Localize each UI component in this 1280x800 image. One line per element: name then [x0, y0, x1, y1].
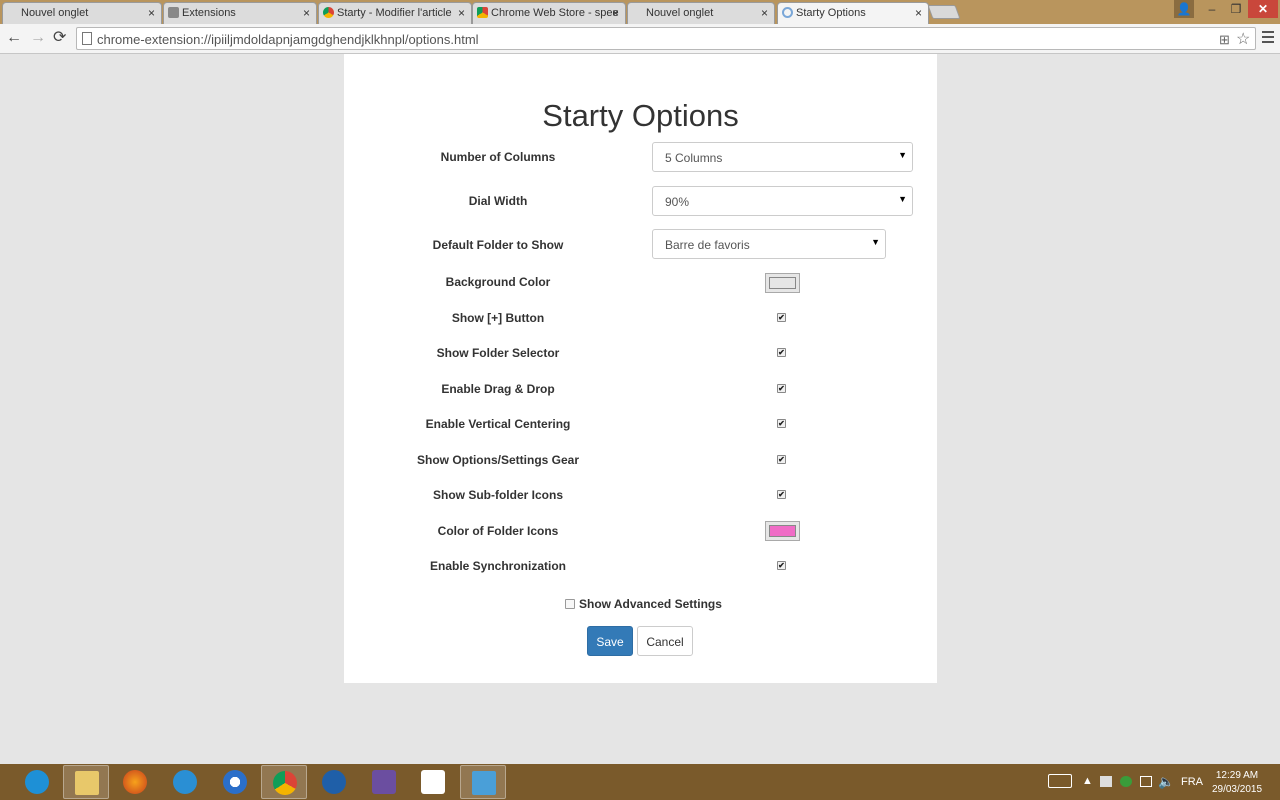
vertical-centering-checkbox[interactable]: ✔ — [777, 419, 786, 428]
volume-icon[interactable]: 🔈 — [1158, 774, 1174, 800]
tray-expand-icon[interactable]: ▲ — [1082, 775, 1093, 800]
default-folder-label: Default Folder to Show — [432, 238, 564, 252]
save-button[interactable]: Save — [587, 626, 633, 656]
folder-icon-color-swatch — [769, 525, 796, 537]
advanced-label: Show Advanced Settings — [579, 597, 722, 611]
drag-drop-checkbox[interactable]: ✔ — [777, 384, 786, 393]
bg-color-picker[interactable] — [765, 273, 800, 293]
taskbar: ▲ 🔈 FRA 12:29 AM 29/03/2015 — [0, 764, 1280, 800]
forward-icon[interactable]: → — [30, 30, 46, 46]
web-store-icon — [477, 7, 488, 18]
back-icon[interactable]: ← — [6, 30, 22, 46]
tab-title: Starty - Modifier l'article — [337, 7, 452, 19]
file-explorer-icon[interactable] — [63, 765, 109, 799]
maximize-button[interactable]: ❐ — [1224, 0, 1248, 18]
page-icon — [82, 32, 92, 45]
tab-chrome-web-store[interactable]: Chrome Web Store - spee × — [472, 2, 626, 24]
advanced-checkbox[interactable] — [565, 599, 575, 609]
url-text[interactable]: chrome-extension://ipiiljmdoldapnjamgdgh… — [97, 32, 479, 47]
show-plus-checkbox[interactable]: ✔ — [777, 313, 786, 322]
tab-strip: Nouvel onglet × Extensions × Starty - Mo… — [0, 0, 1280, 24]
caret-down-icon: ▼ — [898, 194, 907, 204]
tab-close-icon[interactable]: × — [612, 6, 619, 20]
media-player-icon[interactable] — [212, 765, 258, 799]
puzzle-icon — [168, 7, 179, 18]
image-viewer-icon[interactable] — [460, 765, 506, 799]
notepad-icon[interactable] — [162, 765, 208, 799]
translate-icon[interactable]: ⊞ — [1219, 32, 1230, 48]
folder-icon-color-label: Color of Folder Icons — [437, 524, 559, 538]
close-window-button[interactable]: ✕ — [1248, 0, 1278, 18]
cancel-button[interactable]: Cancel — [637, 626, 693, 656]
columns-select[interactable]: 5 Columns ▼ — [652, 142, 913, 172]
caret-down-icon: ▼ — [871, 237, 880, 247]
keyboard-icon[interactable] — [1048, 774, 1072, 788]
user-icon[interactable]: 👤 — [1174, 0, 1194, 18]
tab-title: Chrome Web Store - spee — [491, 7, 619, 19]
clock[interactable]: 12:29 AM 29/03/2015 — [1208, 769, 1266, 797]
sync-label: Enable Synchronization — [429, 559, 567, 573]
tab-starty-modifier[interactable]: Starty - Modifier l'article × — [318, 2, 472, 24]
reload-icon[interactable]: ⟳ — [53, 30, 66, 46]
tab-extensions[interactable]: Extensions × — [163, 2, 317, 24]
default-folder-select[interactable]: Barre de favoris ▼ — [652, 229, 886, 259]
show-plus-label: Show [+] Button — [451, 311, 545, 325]
advanced-settings-toggle[interactable]: Show Advanced Settings — [565, 597, 722, 611]
tab-nouvel-onglet-1[interactable]: Nouvel onglet × — [2, 2, 162, 24]
chrome-icon[interactable] — [261, 765, 307, 799]
dial-width-select[interactable]: 90% ▼ — [652, 186, 913, 216]
flag-icon[interactable] — [1100, 776, 1112, 787]
tab-starty-options[interactable]: Starty Options × — [777, 2, 929, 24]
menu-icon[interactable] — [1262, 31, 1274, 46]
page-title: Starty Options — [542, 98, 739, 133]
tab-close-icon[interactable]: × — [915, 6, 922, 20]
folder-icon-color-picker[interactable] — [765, 521, 800, 541]
settings-gear-checkbox[interactable]: ✔ — [777, 455, 786, 464]
folder-selector-checkbox[interactable]: ✔ — [777, 348, 786, 357]
php-designer-icon[interactable] — [361, 765, 407, 799]
caret-down-icon: ▼ — [898, 150, 907, 160]
browser-toolbar: ← → ⟳ chrome-extension://ipiiljmdoldapnj… — [0, 24, 1280, 54]
clock-date: 29/03/2015 — [1211, 784, 1263, 795]
internet-explorer-icon[interactable] — [14, 765, 60, 799]
tab-close-icon[interactable]: × — [303, 6, 310, 20]
network-icon[interactable] — [1140, 776, 1152, 787]
language-indicator[interactable]: FRA — [1181, 776, 1203, 800]
dial-width-value: 90% — [665, 195, 690, 209]
tab-close-icon[interactable]: × — [458, 6, 465, 20]
bg-color-swatch — [769, 277, 796, 289]
bg-color-label: Background Color — [445, 275, 551, 289]
thunderbird-icon[interactable] — [311, 765, 357, 799]
columns-label: Number of Columns — [440, 150, 556, 164]
tab-close-icon[interactable]: × — [148, 6, 155, 20]
star-icon[interactable]: ☆ — [1236, 29, 1250, 49]
settings-gear-label: Show Options/Settings Gear — [416, 453, 580, 467]
new-tab-button[interactable] — [927, 5, 961, 19]
gear-favicon-icon — [782, 7, 793, 18]
sync-checkbox[interactable]: ✔ — [777, 561, 786, 570]
address-bar[interactable]: chrome-extension://ipiiljmdoldapnjamgdgh… — [76, 27, 1256, 50]
chrome-favicon-icon — [323, 7, 334, 18]
dial-width-label: Dial Width — [468, 194, 528, 208]
firefox-icon[interactable] — [112, 765, 158, 799]
start-apps-icon[interactable] — [410, 765, 456, 799]
tab-title: Nouvel onglet — [21, 7, 89, 19]
default-folder-value: Barre de favoris — [665, 238, 750, 252]
subfolder-icons-checkbox[interactable]: ✔ — [777, 490, 786, 499]
vertical-centering-label: Enable Vertical Centering — [425, 417, 571, 431]
security-icon[interactable] — [1120, 776, 1132, 787]
tab-title: Nouvel onglet — [646, 7, 714, 19]
minimize-button[interactable]: – — [1200, 0, 1224, 18]
tab-nouvel-onglet-2[interactable]: Nouvel onglet × — [627, 2, 775, 24]
tab-title: Starty Options — [796, 7, 866, 19]
clock-time: 12:29 AM — [1215, 770, 1259, 781]
options-panel: Starty Options Number of Columns 5 Colum… — [344, 54, 937, 683]
tab-title: Extensions — [182, 7, 236, 19]
drag-drop-label: Enable Drag & Drop — [441, 382, 555, 396]
subfolder-icons-label: Show Sub-folder Icons — [432, 488, 563, 502]
tab-close-icon[interactable]: × — [761, 6, 768, 20]
columns-value: 5 Columns — [665, 151, 723, 165]
folder-selector-label: Show Folder Selector — [436, 346, 560, 360]
